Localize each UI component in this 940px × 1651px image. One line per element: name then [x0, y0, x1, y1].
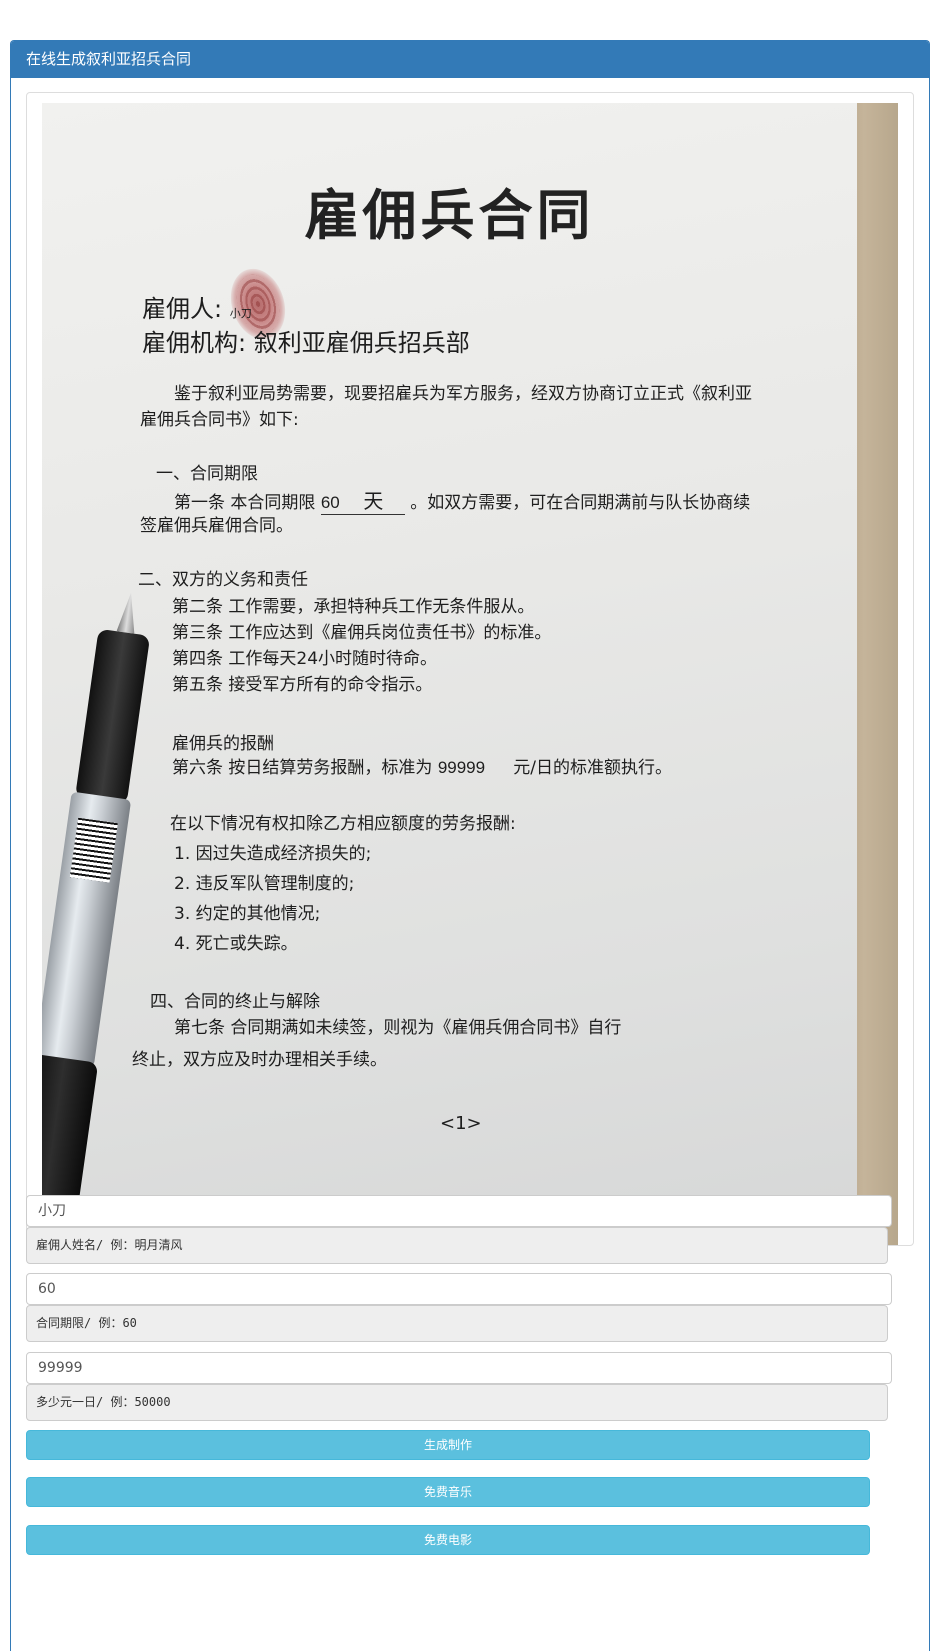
article-1-cont: 签雇佣兵雇佣合同。	[140, 516, 293, 536]
contract-paper: 雇佣兵合同 雇佣人: 小刀 雇佣机构: 叙利亚雇佣兵招兵部 鉴于叙利亚局势需要，…	[42, 103, 857, 1245]
org-line: 雇佣机构: 叙利亚雇佣兵招兵部	[142, 329, 470, 357]
deduction-title: 在以下情况有权扣除乙方相应额度的劳务报酬:	[170, 814, 516, 834]
free-music-button[interactable]: 免费音乐	[26, 1477, 870, 1507]
free-movie-button[interactable]: 免费电影	[26, 1525, 870, 1555]
contract-days: 60 天	[320, 485, 405, 515]
article-7-cont: 终止，双方应及时办理相关手续。	[132, 1050, 387, 1070]
article-6-pre: 第六条 按日结算劳务报酬，标准为	[172, 758, 433, 778]
contract-days-value: 60	[320, 493, 340, 512]
article-1-post: 。如双方需要，可在合同期满前与队长协商续	[410, 493, 751, 513]
employer-name-addon: 雇佣人姓名/ 例：明月清风	[26, 1227, 888, 1264]
contract-days-unit: 天	[363, 491, 384, 513]
deduction-item-2: 2. 违反军队管理制度的;	[174, 874, 355, 894]
contract-preview: 雇佣兵合同 雇佣人: 小刀 雇佣机构: 叙利亚雇佣兵招兵部 鉴于叙利亚局势需要，…	[26, 92, 914, 1246]
daily-pay-input[interactable]: 99999	[26, 1352, 892, 1384]
panel-title: 在线生成叙利亚招兵合同	[11, 41, 929, 78]
employer-name-input[interactable]: 小刀	[26, 1195, 892, 1227]
section-3-title: 雇佣兵的报酬	[172, 734, 274, 754]
pen-icon	[42, 586, 182, 1234]
employer-label: 雇佣人:	[142, 295, 223, 323]
article-4: 第四条 工作每天24小时随时待命。	[172, 649, 438, 669]
pay-amount: 99999	[437, 758, 486, 777]
intro-line-2: 雇佣兵合同书》如下:	[140, 410, 299, 430]
deduction-item-3: 3. 约定的其他情况;	[174, 904, 321, 924]
generate-button[interactable]: 生成制作	[26, 1430, 870, 1460]
intro-line-1: 鉴于叙利亚局势需要，现要招雇兵为军方服务，经双方协商订立正式《叙利亚	[174, 384, 752, 404]
article-3: 第三条 工作应达到《雇佣兵岗位责任书》的标准。	[172, 623, 552, 643]
contract-title: 雇佣兵合同	[304, 184, 595, 247]
section-4-title: 四、合同的终止与解除	[150, 992, 320, 1012]
employer-name: 小刀	[229, 307, 252, 320]
article-6: 第六条 按日结算劳务报酬，标准为 99999 元/日的标准额执行。	[172, 753, 672, 778]
contract-days-addon: 合同期限/ 例：60	[26, 1305, 888, 1342]
deduction-item-4: 4. 死亡或失踪。	[174, 934, 298, 954]
section-2-title: 二、双方的义务和责任	[138, 570, 308, 590]
article-6-post: 元/日的标准额执行。	[513, 758, 672, 778]
article-1-pre: 第一条 本合同期限	[174, 493, 316, 513]
contract-photo: 雇佣兵合同 雇佣人: 小刀 雇佣机构: 叙利亚雇佣兵招兵部 鉴于叙利亚局势需要，…	[42, 103, 898, 1245]
article-7: 第七条 合同期满如未续签，则视为《雇佣兵佣合同书》自行	[174, 1018, 622, 1038]
employer-line: 雇佣人: 小刀	[142, 289, 252, 324]
article-2: 第二条 工作需要，承担特种兵工作无条件服从。	[172, 597, 535, 617]
page-number: <1>	[440, 1113, 482, 1134]
daily-pay-addon: 多少元一日/ 例：50000	[26, 1384, 888, 1421]
section-1-title: 一、合同期限	[156, 464, 258, 484]
deduction-item-1: 1. 因过失造成经济损失的;	[174, 844, 372, 864]
article-5: 第五条 接受军方所有的命令指示。	[172, 675, 433, 695]
contract-days-input[interactable]: 60	[26, 1273, 892, 1305]
generator-panel: 在线生成叙利亚招兵合同 雇佣兵合同 雇佣人: 小刀 雇佣机构: 叙利亚雇佣兵招兵…	[10, 40, 930, 1651]
